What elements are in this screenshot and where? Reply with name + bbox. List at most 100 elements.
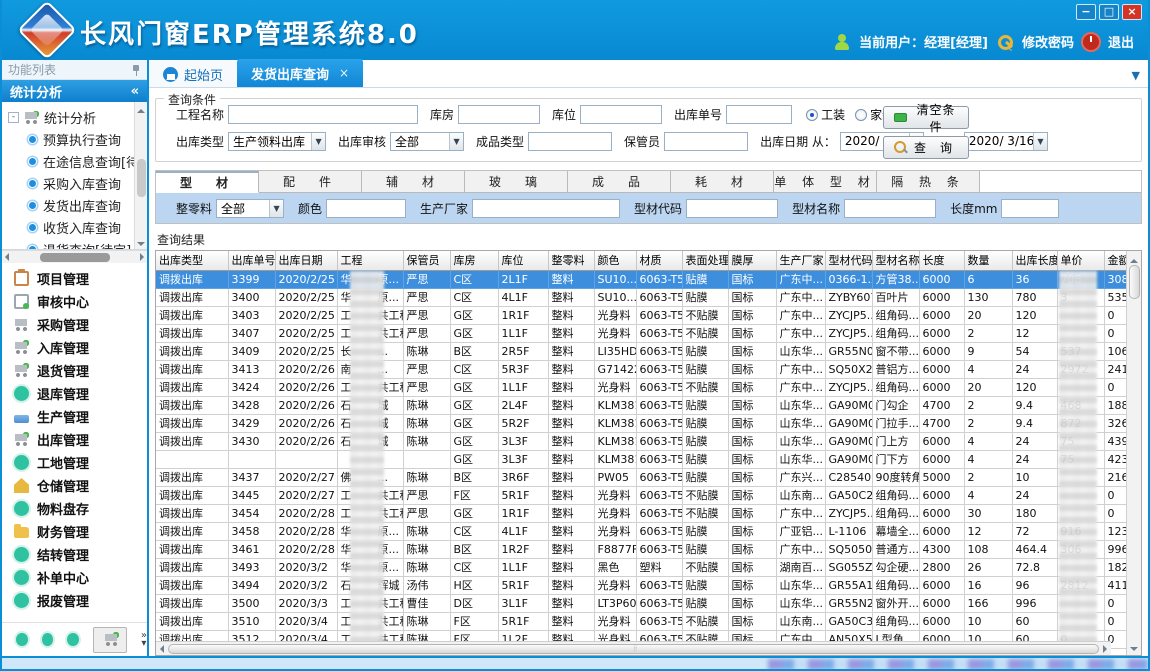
table-row[interactable]: 调拨出库35002020/3/3工共工程曹佳D区3L1F整料LT3P606063…	[156, 594, 1126, 612]
tree-item-退货查询[待定][interactable]: 退货查询[待定]	[8, 238, 134, 249]
table-header-出库单号[interactable]: 出库单号	[228, 251, 275, 270]
table-row[interactable]: 调拨出库34302020/2/26石城陈琳G区3L3F整料KLM38176063…	[156, 432, 1126, 450]
table-header-金额[interactable]: 金额	[1104, 251, 1126, 270]
table-row[interactable]: 调拨出库34072020/2/25工共工程严思G区1L1F整料光身料6063-T…	[156, 324, 1126, 342]
toolbar-dot-icon[interactable]	[42, 633, 54, 646]
scroll-thumb[interactable]	[1129, 265, 1140, 299]
scroll-up-icon[interactable]	[137, 105, 145, 113]
table-row[interactable]: 调拨出库34292020/2/26石城陈琳G区5R2F整料KLM38176063…	[156, 414, 1126, 432]
table-row[interactable]: 调拨出库34372020/2/27佛...陈琳B区3R6F整料PW056063-…	[156, 468, 1126, 486]
material-tab-玻璃[interactable]: 玻 璃	[465, 171, 568, 193]
table-row[interactable]: 调拨出库33992020/2/25华原...严思C区2L1F整料SU10...6…	[156, 270, 1126, 288]
combo-到：[interactable]: 2020/ 3/16▼	[964, 132, 1048, 151]
table-header-膜厚[interactable]: 膜厚	[728, 251, 776, 270]
chevron-down-icon[interactable]: ▼	[311, 133, 325, 150]
toolbar-dot-icon[interactable]	[67, 633, 79, 646]
table-row[interactable]: 调拨出库34942020/3/2石辉城汤伟H区5R1F整料光身料6063-T5贴…	[156, 576, 1126, 594]
radio-工装[interactable]	[806, 109, 818, 121]
tree-item-采购入库查询[interactable]: 采购入库查询	[8, 172, 134, 194]
tree-expander-icon[interactable]: -	[8, 112, 19, 123]
table-row[interactable]: 调拨出库34542020/2/28工共工程严思G区1R1F整料光身料6063-T…	[156, 504, 1126, 522]
table-row[interactable]: 调拨出库34242020/2/26工共工程严思G区1L1F整料光身料6063-T…	[156, 378, 1126, 396]
tree-item-发货出库查询[interactable]: 发货出库查询	[8, 194, 134, 216]
table-row[interactable]: G区3L3F整料KLM38176063-T5贴膜国标山东华...GA90M09.…	[156, 450, 1126, 468]
tab-close-icon[interactable]: ×	[339, 66, 349, 80]
section-header[interactable]: 统计分析 «	[2, 80, 147, 102]
table-header-长度[interactable]: 长度	[919, 251, 964, 270]
table-row[interactable]: 调拨出库34002020/2/25华原...严思C区4L1F整料SU10...6…	[156, 288, 1126, 306]
input-颜色[interactable]	[326, 199, 406, 218]
table-row[interactable]: 调拨出库34582020/2/28华原...陈琳C区4L1F整料光身料6063-…	[156, 522, 1126, 540]
table-header-出库类型[interactable]: 出库类型	[156, 251, 228, 270]
input-型材代码[interactable]	[686, 199, 778, 218]
input-型材名称[interactable]	[844, 199, 936, 218]
table-row[interactable]: 调拨出库34092020/2/25长...陈琳B区2R5F整料LI35HD606…	[156, 342, 1126, 360]
material-tab-单体型材[interactable]: 单 体 型 材	[774, 171, 877, 193]
tree-item-在途信息查询[待定][interactable]: 在途信息查询[待定]	[8, 150, 134, 172]
scroll-down-icon[interactable]	[137, 242, 145, 250]
tree-item-收货入库查询[interactable]: 收货入库查询	[8, 216, 134, 238]
tab-shipping-outbound-query[interactable]: 发货出库查询 ×	[237, 59, 363, 87]
table-header-型材名称[interactable]: 型材名称	[872, 251, 919, 270]
sidebar-item-出库管理[interactable]: 出库管理	[2, 428, 147, 451]
table-row[interactable]: 调拨出库34452020/2/27工共工程严思F区5R1F整料光身料6063-T…	[156, 486, 1126, 504]
chevron-down-icon[interactable]: ▼	[269, 200, 283, 217]
change-password-link[interactable]: 修改密码	[1022, 32, 1074, 51]
material-tab-耗材[interactable]: 耗 材	[671, 171, 774, 193]
logout-link[interactable]: 退出	[1108, 32, 1134, 51]
collapse-icon[interactable]: «	[131, 84, 139, 99]
table-header-材质[interactable]: 材质	[636, 251, 682, 270]
table-header-表面处理[interactable]: 表面处理	[682, 251, 728, 270]
input-长度mm[interactable]	[1001, 199, 1059, 218]
scroll-right-icon[interactable]	[1103, 645, 1111, 653]
material-tab-型材[interactable]: 型 材	[156, 171, 259, 193]
sidebar-item-审核中心[interactable]: 审核中心	[2, 290, 147, 313]
tree-horizontal-scrollbar[interactable]	[2, 250, 147, 263]
minimize-button[interactable]: −	[1076, 4, 1096, 20]
toolbar-overflow-button[interactable]: »▾	[141, 632, 147, 648]
toolbar-dot-icon[interactable]	[16, 633, 28, 646]
input-库位[interactable]	[580, 105, 662, 124]
table-row[interactable]: 调拨出库34032020/2/25工共工程严思G区1R1F整料光身料6063-T…	[156, 306, 1126, 324]
table-row[interactable]: 调拨出库34612020/2/28华原...陈琳B区1R2F整料F8877FT6…	[156, 540, 1126, 558]
scroll-right-icon[interactable]	[140, 253, 148, 261]
combo-整零料[interactable]: 全部▼	[216, 199, 284, 218]
clear-conditions-button[interactable]: 清空条件	[883, 106, 969, 129]
input-出库单号[interactable]	[726, 105, 792, 124]
material-tab-隔热条[interactable]: 隔 热 条	[877, 171, 980, 193]
sidebar-item-工地管理[interactable]: 工地管理	[2, 451, 147, 474]
combo-出库类型[interactable]: 生产领料出库▼	[228, 132, 326, 151]
sidebar-item-报废管理[interactable]: 报废管理	[2, 589, 147, 612]
scroll-thumb[interactable]	[40, 253, 110, 262]
table-vertical-scrollbar[interactable]	[1126, 251, 1141, 655]
table-header-颜色[interactable]: 颜色	[594, 251, 636, 270]
tree-root[interactable]: - 统计分析	[8, 106, 134, 128]
scroll-left-icon[interactable]	[1, 253, 9, 261]
table-header-整零料[interactable]: 整零料	[548, 251, 594, 270]
pin-icon[interactable]	[131, 64, 141, 76]
material-tab-辅材[interactable]: 辅 材	[362, 171, 465, 193]
sidebar-item-入库管理[interactable]: 入库管理	[2, 336, 147, 359]
maximize-button[interactable]: □	[1099, 4, 1119, 20]
input-库房[interactable]	[458, 105, 540, 124]
table-header-数量[interactable]: 数量	[964, 251, 1012, 270]
sidebar-item-仓储管理[interactable]: 仓储管理	[2, 474, 147, 497]
sidebar-item-结转管理[interactable]: 结转管理	[2, 543, 147, 566]
scroll-down-icon[interactable]	[1130, 647, 1138, 655]
tree-vertical-scrollbar[interactable]	[134, 102, 147, 249]
table-row[interactable]: 调拨出库35102020/3/4工共工程陈琳F区5R1F整料光身料6063-T5…	[156, 612, 1126, 630]
scroll-thumb[interactable]	[168, 644, 1099, 654]
tree-item-预算执行查询[interactable]: 预算执行查询	[8, 128, 134, 150]
scroll-up-icon[interactable]	[1130, 255, 1138, 263]
search-button[interactable]: 查 询	[883, 136, 969, 159]
sidebar-item-物料盘存[interactable]: 物料盘存	[2, 497, 147, 520]
input-工程名称[interactable]	[228, 105, 418, 124]
table-header-保管员[interactable]: 保管员	[403, 251, 450, 270]
table-header-型材代码[interactable]: 型材代码	[825, 251, 872, 270]
input-生产厂家[interactable]	[472, 199, 620, 218]
tab-overflow-chevron-icon[interactable]: ▼	[1132, 69, 1140, 82]
radio-家装[interactable]	[855, 109, 867, 121]
chevron-down-icon[interactable]: ▼	[1033, 133, 1047, 150]
material-tab-成品[interactable]: 成 品	[568, 171, 671, 193]
input-保管员[interactable]	[664, 132, 748, 151]
